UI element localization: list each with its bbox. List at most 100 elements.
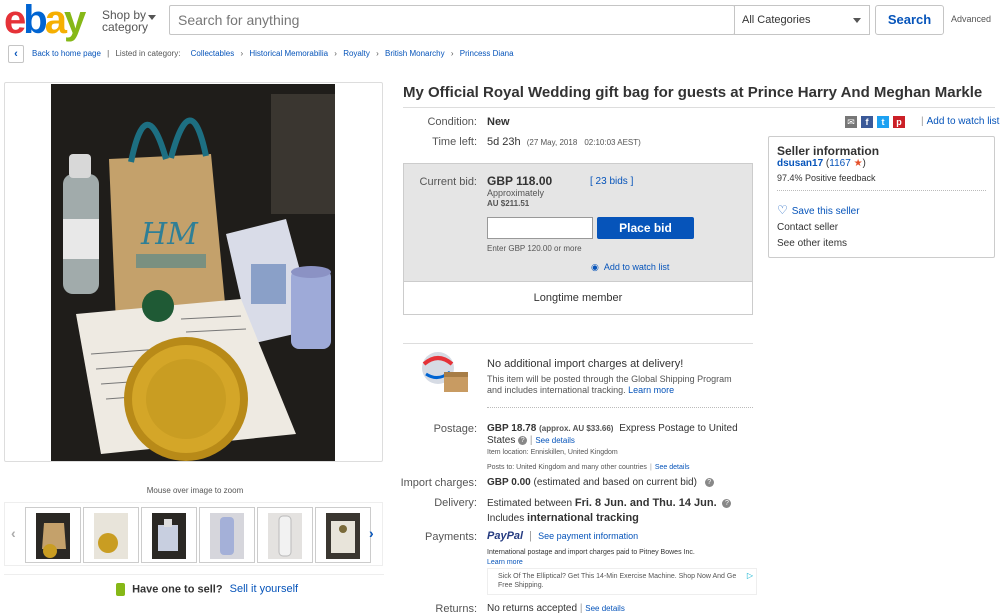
- time-left-date: (27 May, 2018: [526, 138, 578, 147]
- sell-prompt-label: Have one to sell?: [132, 583, 223, 596]
- feedback-count-link[interactable]: 1167: [829, 158, 851, 169]
- advertisement[interactable]: Sick Of The Elliptical? Get This 14-Min …: [487, 568, 757, 595]
- payments-line: PayPal | See payment information: [487, 530, 639, 542]
- ad-text-1: Sick Of The Elliptical? Get This 14-Min …: [498, 573, 737, 580]
- chevron-right-icon[interactable]: ›: [369, 525, 374, 541]
- save-seller-button[interactable]: ♡ Save this seller: [777, 203, 860, 217]
- bid-amount-input[interactable]: [487, 217, 593, 239]
- seller-id: dsusan17 (1167 ★): [777, 158, 866, 169]
- seller-heading: Seller information: [777, 144, 880, 158]
- advanced-search-link[interactable]: Advanced: [951, 14, 991, 24]
- search-input[interactable]: [170, 6, 734, 34]
- search-button[interactable]: Search: [875, 5, 944, 35]
- breadcrumb-item[interactable]: Royalty: [343, 49, 370, 58]
- sell-it-yourself-link[interactable]: Sell it yourself: [230, 583, 298, 595]
- import-desc-2: and includes international tracking.: [487, 385, 626, 395]
- thumbnail[interactable]: [315, 507, 371, 563]
- breadcrumb-item[interactable]: Historical Memorabilia: [249, 49, 328, 58]
- back-to-home-link[interactable]: Back to home page: [32, 49, 101, 58]
- payment-note: International postage and import charges…: [487, 549, 695, 556]
- save-seller-label: Save this seller: [791, 206, 860, 217]
- import-charges-note: (estimated and based on current bid): [533, 477, 697, 488]
- posts-to-line: Posts to: United Kingdom and many other …: [487, 464, 690, 471]
- breadcrumb-item[interactable]: Princess Diana: [460, 49, 514, 58]
- listed-in-label: Listed in category:: [115, 49, 181, 58]
- help-icon[interactable]: ?: [518, 435, 528, 445]
- twitter-icon[interactable]: t: [877, 116, 889, 129]
- delivery-includes: Includes: [487, 513, 525, 524]
- shop-by-category-button[interactable]: Shop by category: [102, 9, 156, 34]
- delivery-line: Estimated between Fri. 8 Jun. and Thu. 1…: [487, 497, 732, 509]
- import-desc: and includes international tracking. Lea…: [487, 385, 674, 395]
- see-other-items-link[interactable]: See other items: [777, 238, 847, 249]
- adchoices-icon[interactable]: ▷: [747, 571, 753, 580]
- ad-text-2: Free Shipping.: [498, 582, 544, 589]
- postage-line-2: States ? | See details: [487, 435, 575, 446]
- search-box: [169, 5, 735, 35]
- time-left-value: 5d 23h: [487, 136, 521, 148]
- postage-approx: (approx. AU $33.66): [539, 424, 614, 433]
- category-select[interactable]: All Categories: [734, 5, 870, 35]
- thumbnail-strip: ‹ ›: [4, 502, 383, 566]
- delivery-tracking: international tracking: [527, 512, 639, 524]
- time-left-time: 02:10:03 AEST): [584, 138, 641, 147]
- sell-prompt: Have one to sell? Sell it yourself: [116, 583, 298, 596]
- logo-letter: e: [4, 0, 26, 42]
- facebook-icon[interactable]: f: [861, 116, 873, 129]
- returns-see-details-link[interactable]: See details: [585, 604, 625, 613]
- chevron-left-icon[interactable]: ‹: [11, 525, 16, 541]
- postage-value: GBP 18.78: [487, 423, 537, 434]
- contact-seller-link[interactable]: Contact seller: [777, 222, 838, 233]
- logo-letter: b: [23, 0, 48, 42]
- bid-count-link[interactable]: [ 23 bids ]: [590, 176, 633, 187]
- add-to-watch-list-button[interactable]: ◉ Add to watch list: [591, 262, 669, 273]
- svg-text:HM: HM: [140, 217, 199, 252]
- returns-value: No returns accepted: [487, 603, 578, 614]
- thumbnail[interactable]: [257, 507, 313, 563]
- thumbnail[interactable]: [141, 507, 197, 563]
- delivery-dates: Fri. 8 Jun. and Thu. 14 Jun.: [574, 497, 717, 509]
- shop-by-category-label: category: [102, 20, 149, 34]
- import-charges-value: GBP 0.00: [487, 477, 531, 488]
- time-left-label: Time left:: [432, 136, 477, 148]
- global-shipping-icon: [422, 352, 468, 392]
- postage-see-details-link[interactable]: See details: [535, 436, 575, 445]
- postage-service-2: States: [487, 435, 516, 446]
- seller-name-link[interactable]: dsusan17: [777, 158, 823, 169]
- watch-list-label: Add to watch list: [603, 262, 670, 272]
- payments-label: Payments:: [425, 531, 477, 543]
- import-charges-line: GBP 0.00 (estimated and based on current…: [487, 477, 714, 488]
- delivery-prefix: Estimated between: [487, 498, 573, 509]
- thumbnail[interactable]: [83, 507, 139, 563]
- import-title: No additional import charges at delivery…: [487, 358, 684, 370]
- condition-value: New: [487, 116, 510, 128]
- thumbnail[interactable]: [25, 507, 81, 563]
- posts-to-see-details-link[interactable]: See details: [655, 464, 690, 471]
- breadcrumb-item[interactable]: British Monarchy: [385, 49, 445, 58]
- see-payment-information-link[interactable]: See payment information: [538, 531, 638, 541]
- help-icon[interactable]: ?: [722, 498, 732, 508]
- approx-value: AU $211.51: [487, 199, 530, 208]
- back-arrow-button[interactable]: ‹: [8, 45, 24, 63]
- delivery-label: Delivery:: [434, 497, 477, 509]
- tag-icon: [116, 583, 125, 596]
- main-image-panel[interactable]: HM: [4, 82, 383, 462]
- thumbnail[interactable]: [199, 507, 255, 563]
- email-icon[interactable]: ✉: [845, 116, 857, 129]
- payment-learn-more-link[interactable]: Learn more: [487, 559, 523, 566]
- postage-label: Postage:: [433, 423, 477, 435]
- place-bid-button[interactable]: Place bid: [597, 217, 694, 239]
- eye-icon: ◉: [591, 262, 599, 272]
- breadcrumb-item[interactable]: Collectables: [191, 49, 235, 58]
- product-photo[interactable]: HM: [51, 84, 335, 461]
- star-icon: ★: [853, 158, 863, 169]
- bid-panel: Current bid: GBP 118.00 [ 23 bids ] Appr…: [404, 164, 752, 282]
- pinterest-icon[interactable]: p: [893, 116, 905, 129]
- seller-info-box: Seller information dsusan17 (1167 ★) 97.…: [768, 136, 995, 258]
- postage-line: GBP 18.78 (approx. AU $33.66) Express Po…: [487, 423, 738, 434]
- returns-line: No returns accepted | See details: [487, 603, 625, 614]
- learn-more-link[interactable]: Learn more: [628, 385, 674, 395]
- ebay-logo[interactable]: ebay: [4, 0, 86, 42]
- help-icon[interactable]: ?: [704, 477, 714, 487]
- add-to-watch-list-link-top[interactable]: | Add to watch list: [921, 116, 999, 127]
